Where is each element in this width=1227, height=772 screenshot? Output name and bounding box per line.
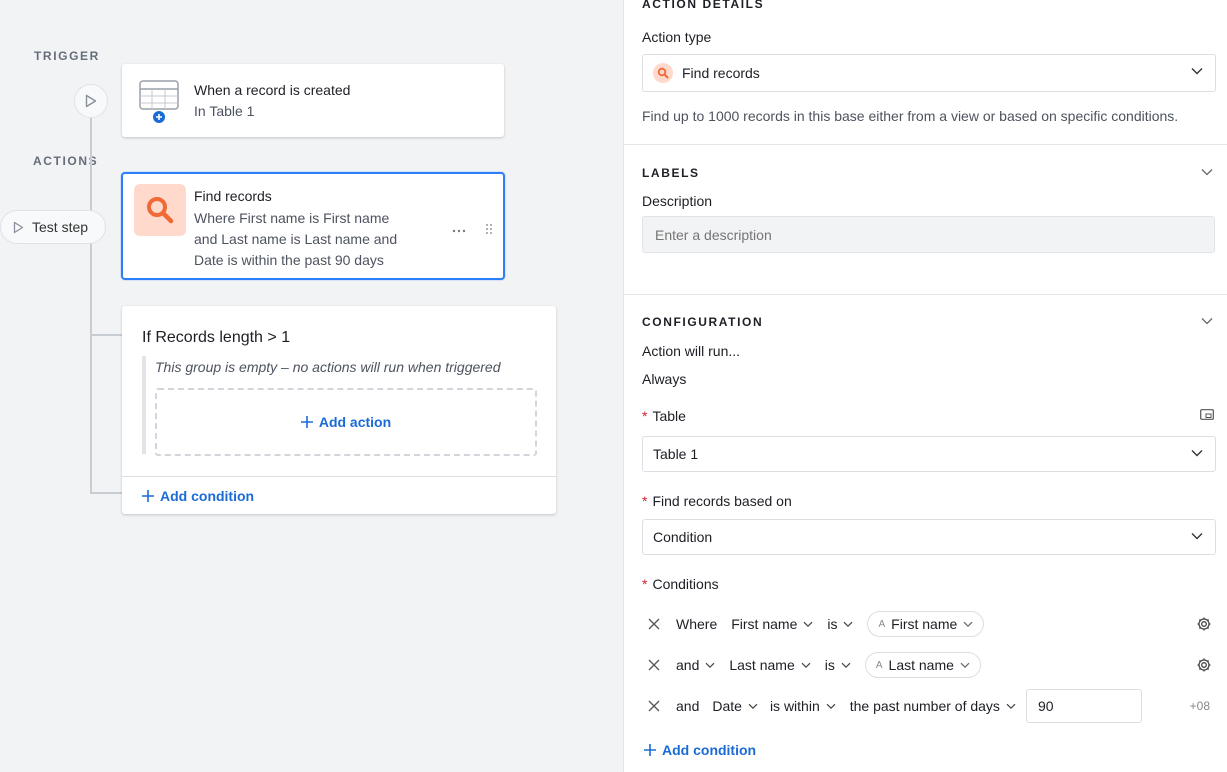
expand-view-icon[interactable] [1200,409,1214,420]
add-condition-label: Add condition [662,742,757,758]
conditional-group-card[interactable]: If Records length > 1 This group is empt… [122,306,556,514]
plus-icon [142,490,154,502]
operator-dropdown[interactable]: is within [770,698,836,714]
search-icon [653,63,673,83]
collapse-chevron-icon[interactable] [1201,317,1213,325]
text-field-icon: A [878,618,886,630]
field-dropdown[interactable]: First name [731,616,813,632]
actions-section-label: ACTIONS [33,154,99,168]
table-icon [139,80,179,127]
configuration-header: CONFIGURATION [642,315,764,329]
add-action-label: Add action [318,414,392,430]
chevron-down-icon [960,662,970,668]
chevron-down-icon [844,621,853,627]
add-condition-label: Add condition [160,488,255,504]
trigger-subtitle: In Table 1 [194,103,255,119]
plus-icon [300,416,313,428]
date-mode-dropdown[interactable]: the past number of days [850,698,1016,714]
field-dropdown[interactable]: Date [712,698,758,714]
condition-conjunction: Where [676,616,718,632]
run-label: Action will run... [642,343,741,359]
conditions-label: * Conditions [642,576,719,592]
find-based-label: * Find records based on [642,493,792,509]
play-icon [13,221,24,233]
find-based-select[interactable]: Condition [642,519,1216,555]
action-summary-line: Where First name is First name [194,210,390,226]
chevron-down-icon [1191,68,1203,75]
trigger-card[interactable]: When a record is created In Table 1 [122,64,504,137]
find-records-action-card[interactable]: Find records Where First name is First n… [121,172,505,280]
value-token-pill[interactable]: A Last name [864,652,981,678]
gear-icon[interactable] [1196,657,1212,673]
search-icon [134,184,186,236]
condition-row: and Date is within the past number of da… [642,689,1216,723]
section-divider [624,144,1227,145]
action-summary-line: Date is within the past 90 days [194,252,384,268]
chevron-down-icon [841,662,851,668]
add-condition-button[interactable]: Add condition [644,742,756,758]
remove-condition-icon[interactable] [648,700,660,712]
group-title: If Records length > 1 [142,329,291,346]
chevron-down-icon [705,662,715,668]
workflow-canvas: TRIGGER ACTIONS When a record is created… [0,0,623,772]
group-divider [122,476,556,477]
action-details-header: ACTION DETAILS [642,0,765,11]
chevron-down-icon [801,662,811,668]
chevron-down-icon [748,703,758,709]
chevron-down-icon [1191,533,1203,540]
action-type-select[interactable]: Find records [642,54,1216,92]
trigger-title: When a record is created [194,82,351,98]
table-select[interactable]: Table 1 [642,436,1216,472]
description-input[interactable] [642,216,1215,253]
remove-condition-icon[interactable] [648,659,660,671]
test-step-label: Test step [32,219,89,235]
table-label: * Table [642,408,686,424]
section-divider [624,294,1227,295]
chevron-down-icon [1006,703,1016,709]
action-type-description: Find up to 1000 records in this base eit… [642,108,1179,124]
connector-branch [90,492,122,494]
gear-icon[interactable] [1196,616,1212,632]
action-type-value: Find records [682,65,760,81]
action-details-panel: ACTION DETAILS Action type Find records … [623,0,1227,772]
condition-conjunction: and [676,698,700,714]
run-value: Always [642,371,687,387]
trigger-section-label: TRIGGER [34,49,100,63]
labels-header: LABELS [642,166,700,180]
run-trigger-button[interactable] [74,84,108,118]
more-options-icon[interactable] [452,220,466,236]
condition-row: Where First name is A First name [642,607,1216,641]
find-based-value: Condition [653,529,713,545]
chevron-down-icon [963,621,973,627]
timezone-label: +08 [1189,699,1210,713]
chevron-down-icon [803,621,813,627]
table-select-value: Table 1 [653,446,699,462]
operator-dropdown[interactable]: is [827,616,853,632]
group-indent-bar [142,356,146,454]
action-type-label: Action type [642,29,712,45]
play-icon [85,94,97,108]
add-action-button[interactable]: Add action [155,388,537,456]
group-empty-message: This group is empty – no actions will ru… [155,359,501,375]
conjunction-dropdown[interactable]: and [676,657,715,673]
chevron-down-icon [1191,450,1203,457]
action-summary-line: and Last name is Last name and [194,231,398,247]
days-input[interactable]: 90 [1025,689,1142,723]
condition-row: and Last name is A Last name [642,648,1216,682]
value-token-pill[interactable]: A First name [867,611,985,637]
field-dropdown[interactable]: Last name [729,657,811,673]
drag-handle-icon[interactable] [485,222,493,238]
plus-icon [644,744,656,756]
connector-branch [90,334,122,336]
test-step-button[interactable]: Test step [0,210,106,244]
add-condition-group-button[interactable]: Add condition [142,488,254,504]
action-title: Find records [194,188,272,204]
remove-condition-icon[interactable] [648,618,660,630]
text-field-icon: A [875,659,883,671]
operator-dropdown[interactable]: is [825,657,851,673]
collapse-chevron-icon[interactable] [1201,168,1213,176]
description-label: Description [642,193,713,209]
chevron-down-icon [826,703,836,709]
connector-line [90,118,92,494]
